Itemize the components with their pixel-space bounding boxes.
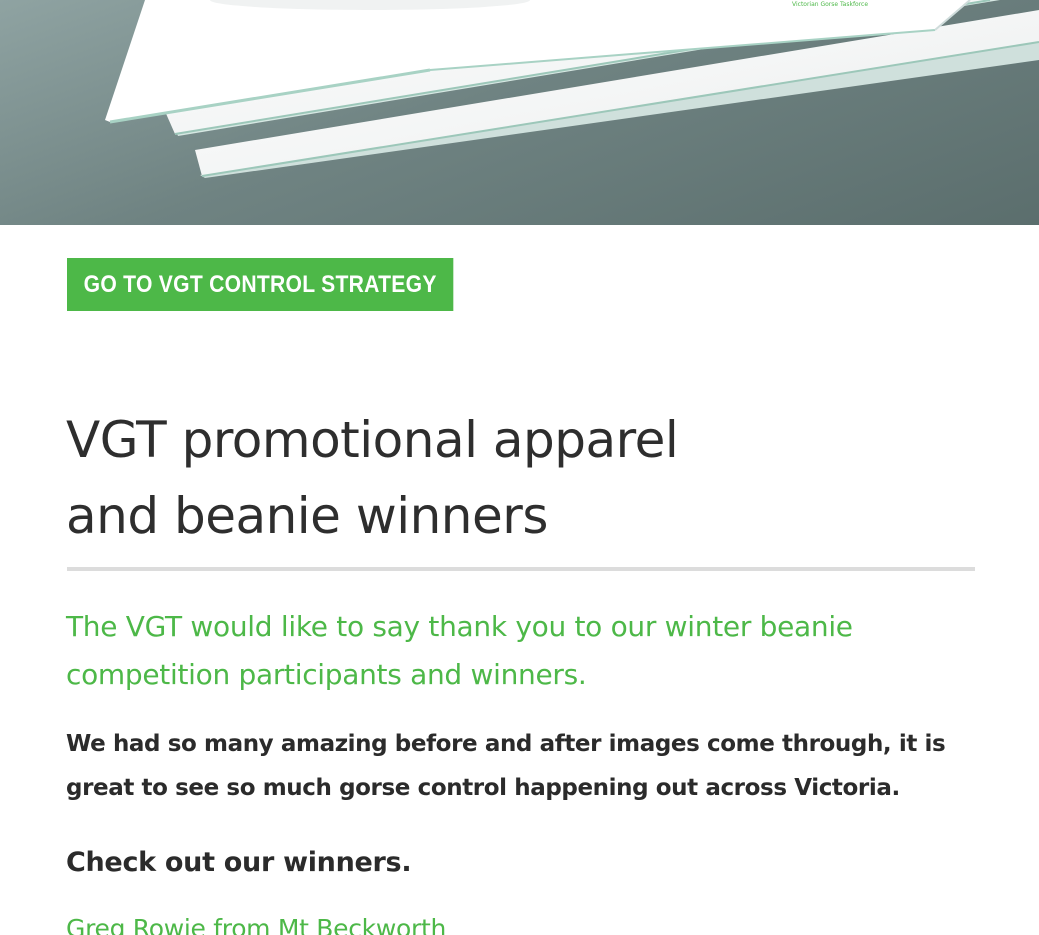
lead-paragraph: The VGT would like to say thank you to o… [66,610,853,691]
winner-link[interactable]: Greg Rowie from Mt Beckworth [66,909,446,935]
cta-label: GO TO VGT CONTROL STRATEGY [83,270,437,298]
vgt-control-strategy-button[interactable]: GO TO VGT CONTROL STRATEGY [67,258,454,311]
page-title: VGT promotional apparel and beanie winne… [66,402,966,554]
title-divider [67,567,975,571]
page: Victorian Gorse Taskforce GO TO VGT CONT… [0,0,1039,935]
brochure-stack-illustration: Victorian Gorse Taskforce [105,0,1039,178]
hero-image: Victorian Gorse Taskforce [0,0,1039,225]
winners-heading: Check out our winners. [66,847,412,878]
page-title-line-2: and beanie winners [66,487,548,545]
body-paragraph: We had so many amazing before and after … [66,731,946,801]
brochure-text: Victorian Gorse Taskforce [792,1,868,8]
page-title-line-1: VGT promotional apparel [66,411,679,469]
